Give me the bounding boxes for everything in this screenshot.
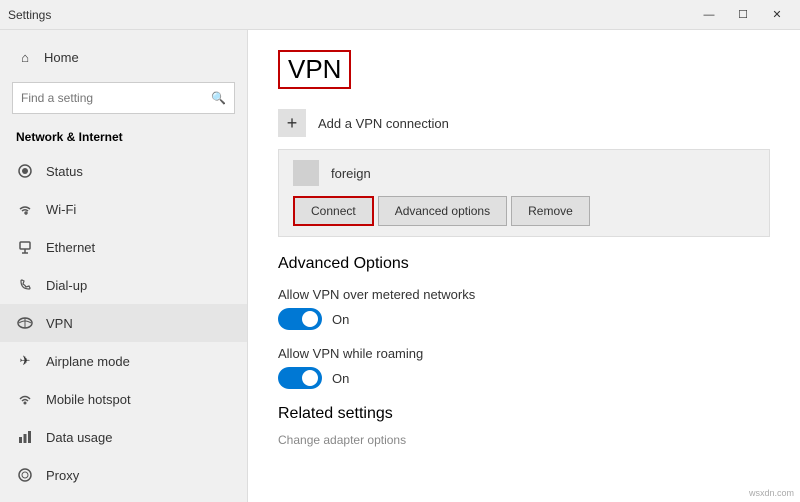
vpn-card: foreign Connect Advanced options Remove [278, 149, 770, 237]
toggle-roaming[interactable] [278, 367, 322, 389]
toggle-roaming-value: On [332, 371, 349, 386]
advanced-options-button[interactable]: Advanced options [378, 196, 507, 226]
wifi-icon [16, 200, 34, 218]
add-vpn-icon: + [278, 109, 306, 137]
proxy-icon [16, 466, 34, 484]
change-adapter-options-link[interactable]: Change adapter options [278, 433, 770, 447]
datausage-icon [16, 428, 34, 446]
search-input[interactable] [21, 91, 211, 105]
sidebar-item-hotspot[interactable]: Mobile hotspot [0, 380, 247, 418]
vpn-connection-icon [293, 160, 319, 186]
toggle-metered-value: On [332, 312, 349, 327]
vpn-card-header: foreign [293, 160, 755, 186]
vpn-connection-name: foreign [331, 166, 371, 181]
advanced-options-title: Advanced Options [278, 255, 770, 273]
app-title: Settings [8, 8, 51, 22]
option-roaming-label: Allow VPN while roaming [278, 346, 770, 361]
main-content: VPN + Add a VPN connection foreign Conne… [248, 30, 800, 502]
option-metered-networks: Allow VPN over metered networks On [278, 287, 770, 330]
sidebar-item-airplane[interactable]: ✈ Airplane mode [0, 342, 247, 380]
remove-button[interactable]: Remove [511, 196, 590, 226]
window-controls: — ☐ ✕ [694, 5, 792, 25]
sidebar-item-label: Proxy [46, 468, 79, 483]
sidebar-item-label: Data usage [46, 430, 113, 445]
minimize-button[interactable]: — [694, 5, 724, 25]
sidebar-item-label: Wi-Fi [46, 202, 76, 217]
sidebar-item-vpn[interactable]: VPN [0, 304, 247, 342]
related-settings-title: Related settings [278, 405, 770, 423]
sidebar-item-ethernet[interactable]: Ethernet [0, 228, 247, 266]
sidebar-item-label: Ethernet [46, 240, 95, 255]
toggle-roaming-row: On [278, 367, 770, 389]
vpn-icon [16, 314, 34, 332]
sidebar-item-label: VPN [46, 316, 73, 331]
option-metered-label: Allow VPN over metered networks [278, 287, 770, 302]
sidebar-item-label: Status [46, 164, 83, 179]
sidebar-item-label: Dial-up [46, 278, 87, 293]
sidebar-item-proxy[interactable]: Proxy [0, 456, 247, 494]
option-roaming: Allow VPN while roaming On [278, 346, 770, 389]
sidebar-item-label: Airplane mode [46, 354, 130, 369]
titlebar: Settings — ☐ ✕ [0, 0, 800, 30]
sidebar-item-status[interactable]: Status [0, 152, 247, 190]
sidebar-item-dialup[interactable]: Dial-up [0, 266, 247, 304]
sidebar-section-title: Network & Internet [0, 124, 247, 152]
close-button[interactable]: ✕ [762, 5, 792, 25]
page-title: VPN [278, 50, 351, 89]
ethernet-icon [16, 238, 34, 256]
sidebar: ⌂ Home 🔍 Network & Internet Status Wi-Fi… [0, 30, 248, 502]
airplane-icon: ✈ [16, 352, 34, 370]
add-vpn-row[interactable]: + Add a VPN connection [278, 109, 770, 137]
connect-button[interactable]: Connect [293, 196, 374, 226]
sidebar-home-item[interactable]: ⌂ Home [0, 38, 247, 76]
home-icon: ⌂ [16, 48, 34, 66]
app-container: ⌂ Home 🔍 Network & Internet Status Wi-Fi… [0, 30, 800, 502]
search-icon: 🔍 [211, 91, 226, 105]
vpn-card-buttons: Connect Advanced options Remove [293, 196, 755, 226]
sidebar-item-datausage[interactable]: Data usage [0, 418, 247, 456]
status-icon [16, 162, 34, 180]
sidebar-item-label: Mobile hotspot [46, 392, 131, 407]
sidebar-search-box[interactable]: 🔍 [12, 82, 235, 114]
toggle-metered-networks[interactable] [278, 308, 322, 330]
sidebar-item-wifi[interactable]: Wi-Fi [0, 190, 247, 228]
add-vpn-label: Add a VPN connection [318, 116, 449, 131]
hotspot-icon [16, 390, 34, 408]
sidebar-home-label: Home [44, 50, 79, 65]
toggle-metered-row: On [278, 308, 770, 330]
watermark: wsxdn.com [749, 488, 794, 498]
maximize-button[interactable]: ☐ [728, 5, 758, 25]
dialup-icon [16, 276, 34, 294]
